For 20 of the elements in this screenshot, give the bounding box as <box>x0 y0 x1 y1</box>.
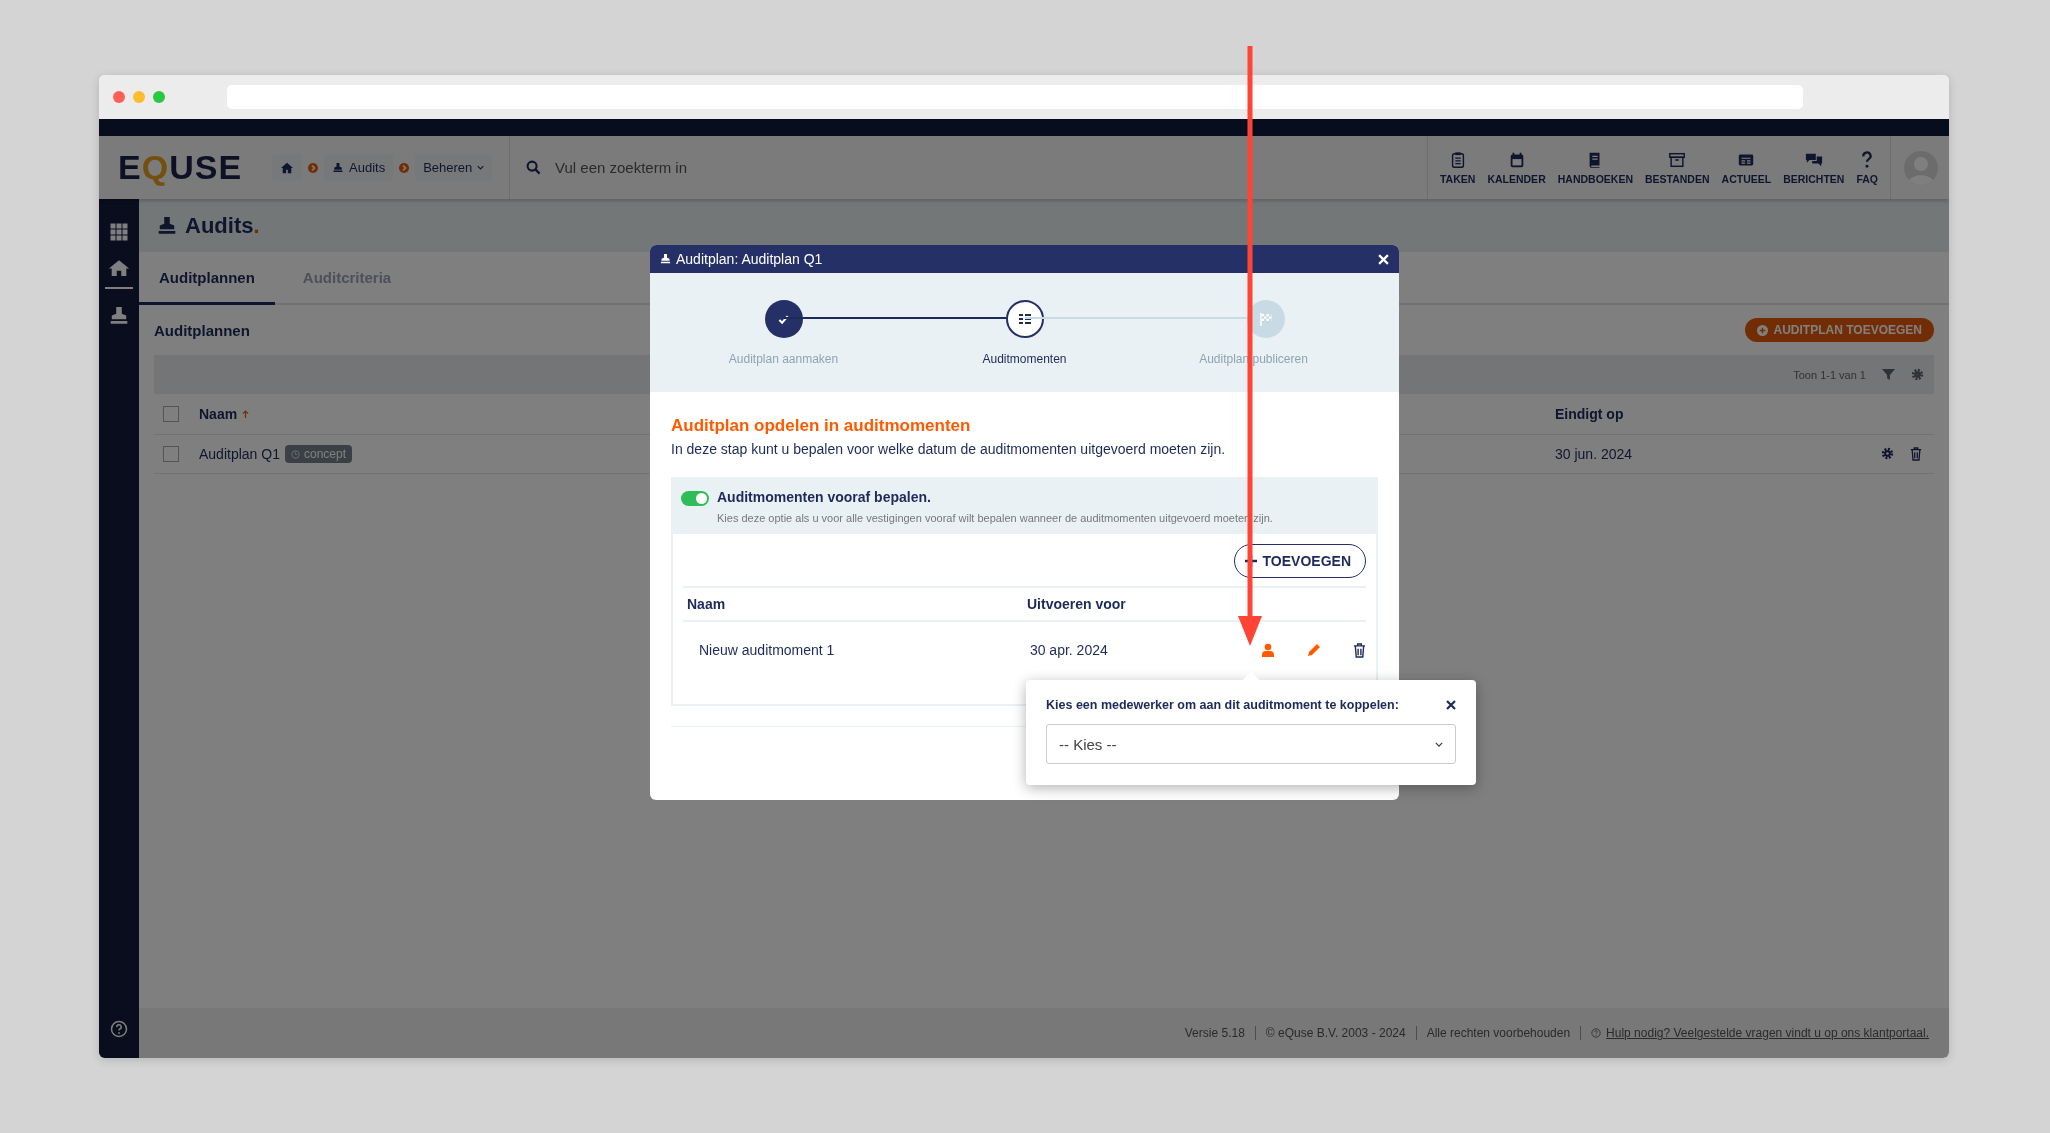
footer-text: Alle rechten voorbehouden <box>1426 1026 1571 1040</box>
record-count: Toon 1-1 van 1 <box>1793 368 1866 381</box>
table-cell-text: 30 jun. 2024 <box>1555 446 1634 462</box>
popover-title: Kies een medewerker om aan dit auditmoment te koppelen: <box>1046 698 1399 712</box>
modal-heading: Auditplan opdelen in auditmomenten <box>671 416 972 436</box>
column-header: Uitvoeren voor <box>1027 596 1127 612</box>
table-cell-text: 30 apr. 2024 <box>1028 642 1109 658</box>
modal-description: In deze stap kunt u bepalen voor welke datum de auditmomenten uitgevoerd moeten zijn. <box>671 441 1227 457</box>
page-title: Audits. <box>185 212 260 239</box>
status-badge: concept <box>284 445 352 463</box>
step-label: Auditplan aanmaken <box>728 352 839 366</box>
toggle-label: Auditmomenten vooraf bepalen. <box>717 489 932 505</box>
section-title: Auditplannen <box>154 321 250 339</box>
table-cell-text: Nieuw auditmoment 1 <box>698 642 836 658</box>
footer-text: Versie 5.18 <box>1184 1026 1245 1040</box>
table-cell: Auditplan Q1 <box>199 446 280 462</box>
step-label: Auditmomenten <box>982 352 1067 366</box>
modal-title: Auditplan: Auditplan Q1 <box>676 251 823 267</box>
footer-text: © eQuse B.V. 2003 - 2024 <box>1265 1026 1406 1040</box>
column-header: Naam <box>686 596 727 612</box>
